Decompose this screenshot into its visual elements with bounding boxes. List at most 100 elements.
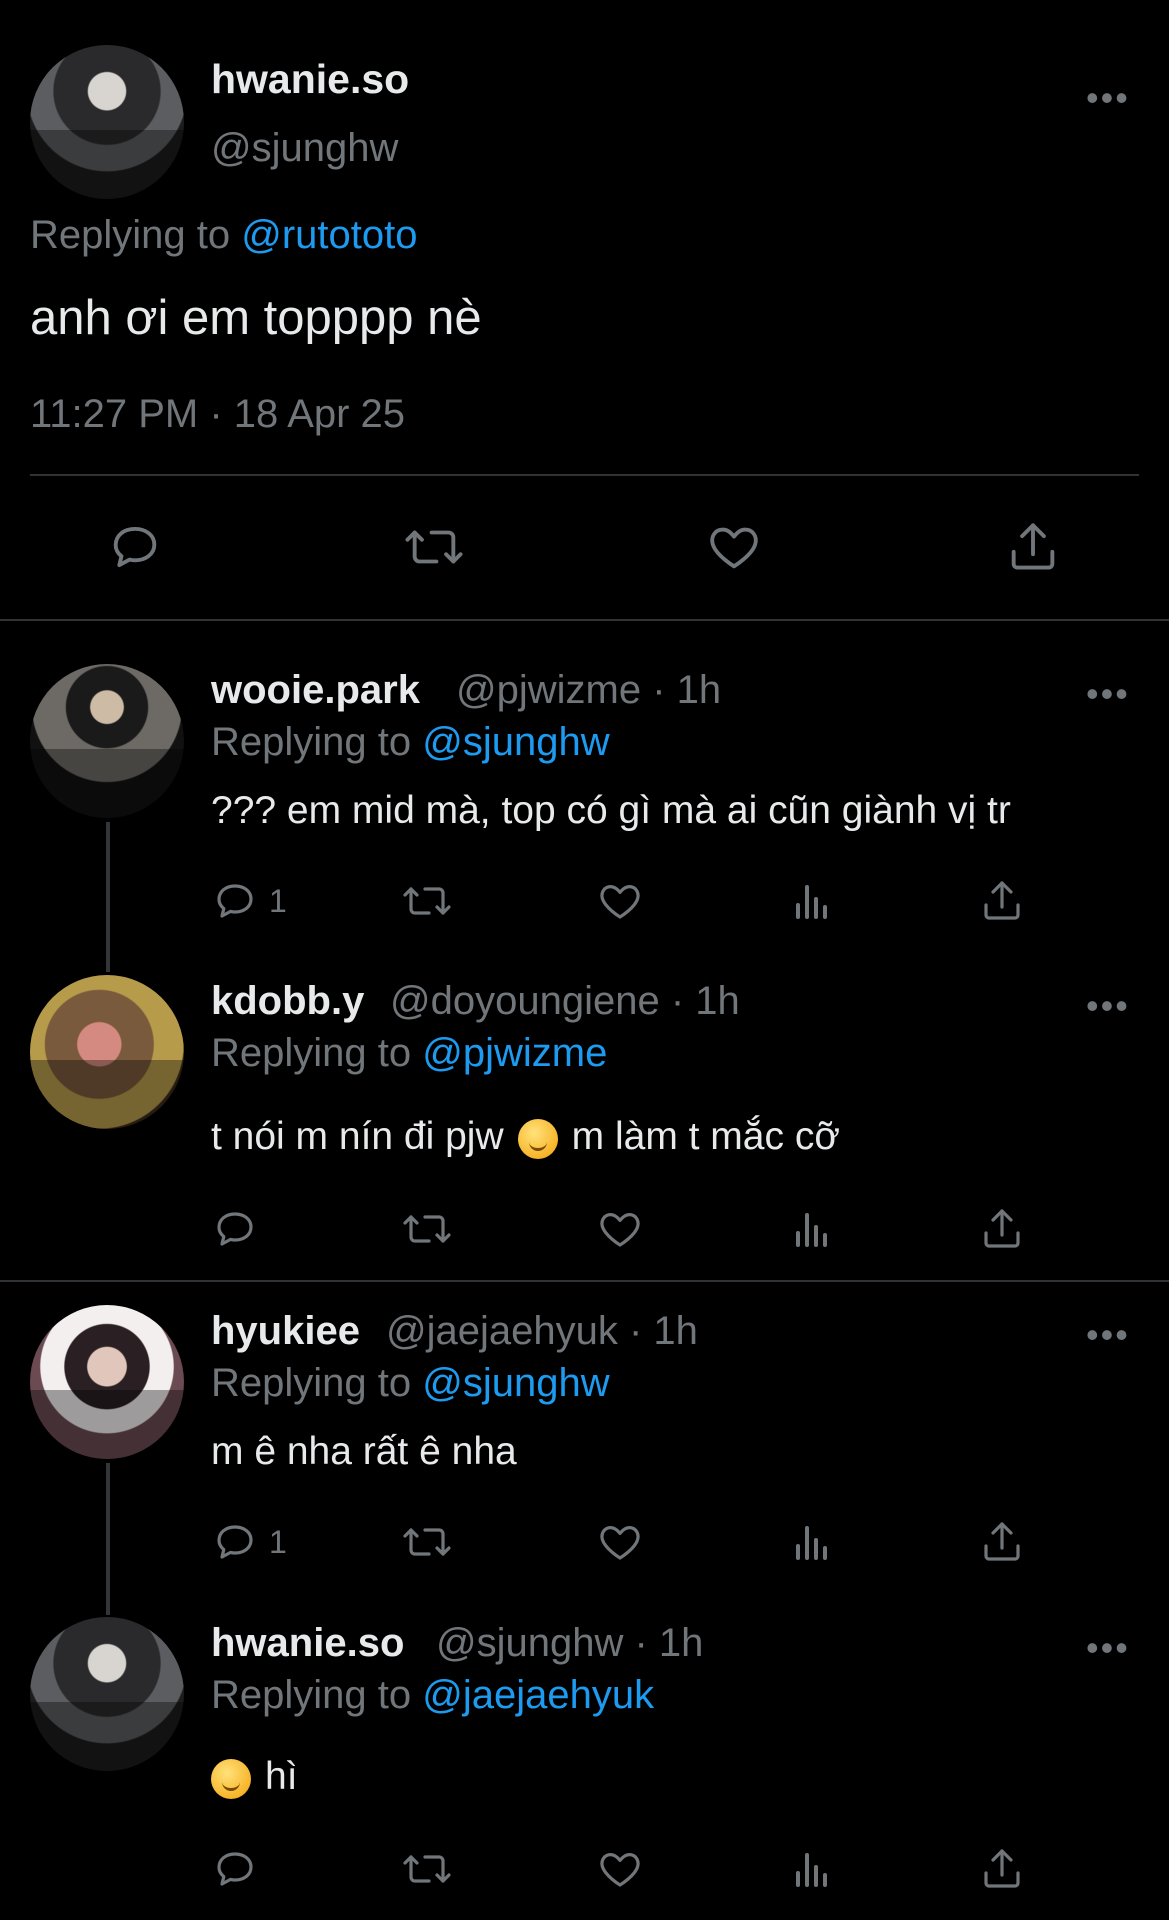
- avatar[interactable]: [30, 975, 184, 1129]
- reply-text-part: t nói m nín đi pjw: [211, 1115, 504, 1158]
- views-button[interactable]: [788, 877, 836, 925]
- replying-to: Replying to @jaejaehyuk: [211, 1673, 654, 1718]
- like-button[interactable]: [595, 1518, 645, 1566]
- avatar[interactable]: [30, 664, 184, 818]
- more-options-icon[interactable]: •••: [1086, 988, 1130, 1024]
- reply-text-part: hì: [265, 1755, 298, 1798]
- reply-icon: [113, 526, 157, 568]
- thread-line: [106, 1463, 110, 1615]
- views-button[interactable]: [788, 1518, 836, 1566]
- share-icon: [984, 881, 1020, 920]
- handle-time[interactable]: @jaejaehyuk · 1h: [386, 1309, 698, 1354]
- like-icon: [600, 1526, 640, 1560]
- reply-text: ??? em mid mà, top có gì mà ai cũn giành…: [211, 789, 1011, 832]
- avatar[interactable]: [30, 1305, 184, 1459]
- replying-prefix: Replying to: [211, 1031, 412, 1075]
- reply-text-part: m làm t mắc cỡ: [571, 1115, 840, 1158]
- reply-icon: [217, 1852, 253, 1886]
- share-icon: [1011, 523, 1055, 570]
- like-button[interactable]: [595, 1205, 645, 1253]
- retweet-button[interactable]: [401, 518, 467, 576]
- views-button[interactable]: [788, 1845, 836, 1893]
- retweet-button[interactable]: [400, 1518, 454, 1566]
- share-button[interactable]: [978, 1518, 1026, 1566]
- share-button[interactable]: [978, 877, 1026, 925]
- share-button[interactable]: [978, 1845, 1026, 1893]
- retweet-button[interactable]: [400, 1845, 454, 1893]
- section-divider: [0, 619, 1169, 621]
- replying-prefix: Replying to: [211, 1361, 412, 1405]
- retweet-icon: [403, 887, 451, 915]
- like-icon: [600, 1213, 640, 1247]
- like-icon: [600, 1853, 640, 1887]
- handle-time[interactable]: @sjunghw · 1h: [436, 1621, 703, 1666]
- reply-icon: [217, 1212, 253, 1246]
- share-button[interactable]: [978, 1205, 1026, 1253]
- views-icon: [796, 1853, 827, 1887]
- retweet-icon: [403, 1855, 451, 1883]
- more-options-icon[interactable]: •••: [1086, 80, 1130, 116]
- avatar[interactable]: [30, 1617, 184, 1771]
- retweet-button[interactable]: [400, 877, 454, 925]
- mention-link[interactable]: @sjunghw: [422, 720, 609, 764]
- display-name[interactable]: hyukiee: [211, 1309, 360, 1354]
- display-name[interactable]: wooie.park: [211, 668, 420, 713]
- reply-count: 1: [269, 1523, 287, 1560]
- mention-link[interactable]: @sjunghw: [422, 1361, 609, 1405]
- retweet-icon: [405, 530, 463, 564]
- retweet-button[interactable]: [400, 1205, 454, 1253]
- replying-to: Replying to @sjunghw: [211, 720, 610, 765]
- mention-link[interactable]: @rutototo: [241, 213, 417, 257]
- replying-prefix: Replying to: [30, 213, 231, 257]
- reply-text: t nói m nín đi pjw m làm t mắc cỡ: [211, 1115, 840, 1159]
- replying-to: Replying to @rutototo: [30, 213, 418, 258]
- share-icon: [984, 1209, 1020, 1248]
- reply-button[interactable]: [211, 1845, 259, 1893]
- display-name[interactable]: hwanie.so: [211, 1621, 404, 1666]
- like-button[interactable]: [595, 1845, 645, 1893]
- retweet-icon: [403, 1528, 451, 1556]
- views-button[interactable]: [788, 1205, 836, 1253]
- replying-prefix: Replying to: [211, 720, 412, 764]
- more-options-icon[interactable]: •••: [1086, 1630, 1130, 1666]
- reply-button[interactable]: [106, 518, 164, 576]
- more-options-icon[interactable]: •••: [1086, 1317, 1130, 1353]
- display-name[interactable]: hwanie.so: [211, 56, 409, 103]
- main-tweet: hwanie.so @sjunghw ••• Replying to @ruto…: [0, 0, 1169, 620]
- yum-face-emoji: [211, 1758, 251, 1799]
- handle-time[interactable]: @doyoungiene · 1h: [390, 979, 740, 1024]
- avatar[interactable]: [30, 45, 184, 199]
- views-icon: [796, 1526, 827, 1560]
- display-name[interactable]: kdobb.y: [211, 979, 364, 1024]
- like-button[interactable]: [595, 877, 645, 925]
- replying-to: Replying to @pjwizme: [211, 1031, 607, 1076]
- tweet-text: anh ơi em topppp nè: [30, 291, 482, 345]
- replying-to: Replying to @sjunghw: [211, 1361, 610, 1406]
- thread-line: [106, 822, 110, 972]
- reply-button[interactable]: 1: [211, 877, 287, 925]
- mention-link[interactable]: @pjwizme: [422, 1031, 607, 1075]
- reply-button[interactable]: [211, 1205, 259, 1253]
- views-icon: [796, 885, 827, 919]
- share-icon: [984, 1522, 1020, 1561]
- reply-button[interactable]: 1: [211, 1518, 287, 1566]
- section-divider: [0, 1280, 1169, 1282]
- share-icon: [984, 1849, 1020, 1888]
- views-icon: [796, 1213, 827, 1247]
- upside-down-face-emoji: [517, 1118, 558, 1159]
- reply-icon: [217, 884, 253, 918]
- like-button[interactable]: [704, 518, 764, 576]
- like-icon: [600, 885, 640, 919]
- share-button[interactable]: [1004, 518, 1062, 576]
- reply-icon: [217, 1525, 253, 1559]
- handle-time[interactable]: @pjwizme · 1h: [456, 668, 721, 713]
- more-options-icon[interactable]: •••: [1086, 676, 1130, 712]
- divider: [30, 474, 1139, 476]
- reply-text: m ê nha rất ê nha: [211, 1430, 517, 1473]
- handle[interactable]: @sjunghw: [211, 126, 398, 171]
- mention-link[interactable]: @jaejaehyuk: [422, 1673, 654, 1717]
- like-icon: [710, 527, 758, 569]
- timestamp[interactable]: 11:27 PM · 18 Apr 25: [30, 392, 405, 437]
- retweet-icon: [403, 1215, 451, 1243]
- replying-prefix: Replying to: [211, 1673, 412, 1717]
